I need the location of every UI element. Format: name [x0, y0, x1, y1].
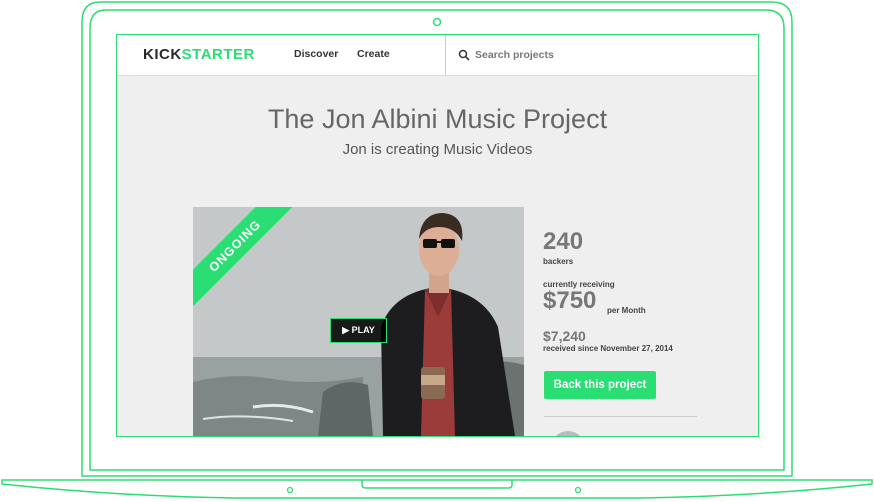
monthly-amount: $750: [543, 287, 597, 314]
back-this-project-button[interactable]: Back this project: [544, 371, 656, 399]
avatar[interactable]: [551, 431, 585, 436]
backers-label: backers: [543, 257, 574, 266]
stats-divider: [544, 416, 697, 417]
per-month-label: per Month: [607, 306, 646, 315]
backers-count: 240: [543, 228, 584, 255]
received-since-label: received since November 27, 2014: [543, 344, 673, 353]
project-subtitle: Jon is creating Music Videos: [342, 141, 533, 158]
nav-discover[interactable]: Discover: [294, 48, 338, 60]
search-icon[interactable]: [458, 49, 470, 61]
play-icon: ▶: [342, 325, 350, 335]
project-title: The Jon Albini Music Project: [267, 104, 608, 134]
logo-text-kick: KICK: [143, 46, 182, 63]
camera-dot: [432, 17, 442, 27]
header-divider: [445, 35, 446, 75]
total-received: $7,240: [543, 328, 586, 344]
nav-create[interactable]: Create: [357, 48, 390, 60]
play-label: PLAY: [351, 325, 375, 335]
project-video[interactable]: ONGOING ▶ PLAY: [193, 207, 524, 436]
browser-screen: KICKSTARTER Discover Create The Jon Albi…: [117, 35, 758, 436]
logo-text-starter: STARTER: [181, 46, 255, 63]
play-button[interactable]: ▶ PLAY: [330, 318, 387, 343]
search-input[interactable]: [475, 47, 735, 63]
site-header: KICKSTARTER Discover Create: [117, 35, 758, 76]
kickstarter-logo[interactable]: KICKSTARTER: [143, 46, 255, 63]
